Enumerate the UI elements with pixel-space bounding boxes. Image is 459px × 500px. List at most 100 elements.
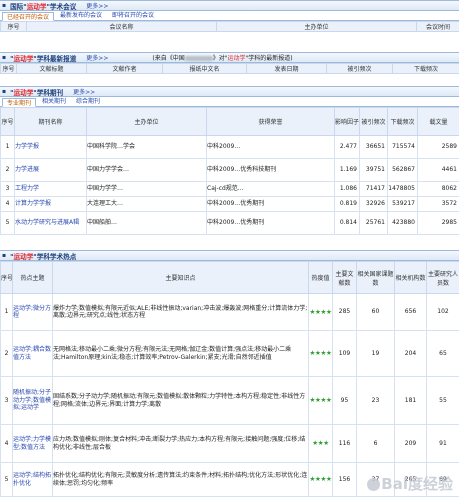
col-conference-time: 会议时间 xyxy=(416,21,459,32)
cited-count: 32926 xyxy=(359,196,388,212)
journal-honor: 中科2009…优秀期刊 xyxy=(206,211,335,235)
impact-factor: 1.169 xyxy=(334,158,360,182)
row-index: 1 xyxy=(0,135,15,159)
col-article-count: 载文量 xyxy=(417,107,459,136)
article-count: 2985 xyxy=(417,211,459,235)
col-hot-topic: 热点主题 xyxy=(12,261,53,294)
knowledge-points: 爆炸力学;数值模拟;有限元近似;ALE;非线性振动;varian;冲击波;爆轰波… xyxy=(52,293,309,331)
download-count: 1478805 xyxy=(387,181,418,197)
tab-professional-journals[interactable]: 专业期刊 xyxy=(2,98,37,107)
journal-more-link[interactable]: 更多>> xyxy=(73,87,95,96)
table-row: 4 运动学;力学模型;数值方法 应力场;数值模拟;刚体;复合材料;冲击;断裂力学… xyxy=(0,424,459,463)
impact-factor: 0.819 xyxy=(334,196,360,212)
col-projects: 相关国家课题数 xyxy=(356,261,395,294)
col-journal-cited: 被引频次 xyxy=(359,107,388,136)
news-title: "运动学"学科最新报道 xyxy=(10,54,77,63)
conference-header: ▪ 国际"运动学"学术会议 更多>> xyxy=(0,0,459,11)
journal-honor: 中科2009…优秀期刊 xyxy=(206,196,335,212)
col-organizer: 主办单位 xyxy=(216,21,417,32)
knowledge-points: 固结系数;分子动力学;随机振动;有限元;数值模拟;散体颗粒;力学特性;本构方程;… xyxy=(52,376,309,425)
main-doc-count: 109 xyxy=(332,330,357,377)
journal-name-link[interactable]: 水动力学研究与进展A辑 xyxy=(14,211,87,235)
row-index: 4 xyxy=(0,196,15,212)
col-cited: 被引频次 xyxy=(326,63,393,74)
knowledge-points: 无网格法;移动最小二乘;微分方程;有限元法;无网格;伽辽金;数值计算;强点法;移… xyxy=(52,330,309,377)
conference-more-link[interactable]: 更多>> xyxy=(86,1,108,10)
article-count: 8062 xyxy=(417,181,459,197)
col-journal-org: 主办单位 xyxy=(86,107,207,136)
hot-topic-link[interactable]: 运动学;微分方程 xyxy=(12,293,53,331)
main-doc-count: 95 xyxy=(332,376,357,425)
journal-name-link[interactable]: 计算力学学报 xyxy=(14,196,87,212)
row-index: 5 xyxy=(0,462,13,497)
col-orgs: 相关机构数 xyxy=(394,261,427,294)
bullet-icon: ▪ xyxy=(2,2,7,9)
hot-topic-link[interactable]: 运动学;结构拓扑优化 xyxy=(12,462,53,497)
col-index: 序号 xyxy=(0,107,15,136)
col-article-author: 文献作者 xyxy=(86,63,163,74)
col-main-docs: 主要文献数 xyxy=(332,261,357,294)
journal-org: 中国船舶… xyxy=(86,211,207,235)
col-index: 序号 xyxy=(0,63,17,74)
journal-header: ▪ "运动学"学科期刊 更多>> xyxy=(0,86,459,97)
journal-org: 中国力学学会… xyxy=(86,158,207,182)
org-count: 209 xyxy=(394,424,427,463)
journal-name-link[interactable]: 工程力学 xyxy=(14,181,87,197)
row-index: 4 xyxy=(0,424,13,463)
main-doc-count: 285 xyxy=(332,293,357,331)
hot-topic-table: 序号 热点主题 主要知识点 热度值 主要文献数 相关国家课题数 相关机构数 主要… xyxy=(0,261,459,497)
col-heat: 热度值 xyxy=(308,261,333,294)
hot-topic-link[interactable]: 随机振动;分子动力学;数值模拟;运动学 xyxy=(12,376,53,425)
col-downloads: 下载频次 xyxy=(392,63,459,74)
row-index: 1 xyxy=(0,293,13,331)
tab-related-journals[interactable]: 相关期刊 xyxy=(38,97,70,106)
tab-latest-conferences[interactable]: 最新发布的会议 xyxy=(56,11,106,20)
conference-section: ▪ 国际"运动学"学术会议 更多>> 已经召开的会议 最新发布的会议 即将召开的… xyxy=(0,0,459,32)
hot-topic-link[interactable]: 运动学;力学模型;数值方法 xyxy=(12,424,53,463)
journal-honor: 中科2009… xyxy=(206,135,335,159)
download-count: 562867 xyxy=(387,158,418,182)
article-count: 3572 xyxy=(417,196,459,212)
col-index: 序号 xyxy=(0,261,13,294)
news-source: (来自《中国 》对"运动学"学科的最新报道) xyxy=(152,55,293,62)
conference-title: 国际"运动学"学术会议 xyxy=(10,2,77,11)
table-row: 5 水动力学研究与进展A辑 中国船舶… 中科2009…优秀期刊 0.814 25… xyxy=(0,211,459,235)
news-section: ▪ "运动学"学科最新报道 更多>> (来自《中国 》对"运动学"学科的最新报道)… xyxy=(0,52,459,74)
table-row: 2 力学进展 中国力学学会… 中科2009…优秀科技期刊 1.169 39751… xyxy=(0,158,459,182)
news-more-link[interactable]: 更多>> xyxy=(86,53,108,62)
cited-count: 71417 xyxy=(359,181,388,197)
cited-count: 36651 xyxy=(359,135,388,159)
knowledge-points: 应力场;数值模拟;刚体;复合材料;冲击;断裂力学;热应力;本构方程;有限元;接触… xyxy=(52,424,309,463)
people-count: 55 xyxy=(426,376,459,425)
row-index: 3 xyxy=(0,376,13,425)
impact-factor: 2.477 xyxy=(334,135,360,159)
tab-held-conferences[interactable]: 已经召开的会议 xyxy=(2,12,55,21)
tab-general-journals[interactable]: 综合期刊 xyxy=(72,97,104,106)
journal-table: 序号 期刊名称 主办单位 获得荣誉 影响因子 被引频次 下载频次 载文量 1 力… xyxy=(0,107,459,235)
news-header: ▪ "运动学"学科最新报道 更多>> (来自《中国 》对"运动学"学科的最新报道) xyxy=(0,52,459,63)
hot-topic-title: "运动学"学科学术热点 xyxy=(10,252,77,261)
conference-table: 序号 会议名称 主办单位 会议时间 xyxy=(0,21,459,32)
cited-count: 39751 xyxy=(359,158,388,182)
hot-topic-section: ▪ "运动学"学科学术热点 序号 热点主题 主要知识点 热度值 主要文献数 相关… xyxy=(0,250,459,497)
journal-honor: 中科2009…优秀科技期刊 xyxy=(206,158,335,182)
main-doc-count: 116 xyxy=(332,424,357,463)
project-count: 19 xyxy=(356,330,395,377)
col-journal-name: 期刊名称 xyxy=(14,107,87,136)
col-honors: 获得荣誉 xyxy=(206,107,335,136)
hot-topic-link[interactable]: 运动学;耦合数值方法 xyxy=(12,330,53,377)
table-row: 2 运动学;耦合数值方法 无网格法;移动最小二乘;微分方程;有限元法;无网格;伽… xyxy=(0,330,459,377)
people-count: 91 xyxy=(426,424,459,463)
main-doc-count: 156 xyxy=(332,462,357,497)
col-newspaper: 报纸中文名 xyxy=(162,63,247,74)
col-journal-downloads: 下载频次 xyxy=(387,107,418,136)
article-count: 4461 xyxy=(417,158,459,182)
table-row: 3 工程力学 中国力学学… Caj-cd规范… 1.086 71417 1478… xyxy=(0,181,459,197)
row-index: 2 xyxy=(0,158,15,182)
journal-name-link[interactable]: 力学学报 xyxy=(14,135,87,159)
journal-title: "运动学"学科期刊 xyxy=(10,88,64,97)
journal-name-link[interactable]: 力学进展 xyxy=(14,158,87,182)
tab-upcoming-conferences[interactable]: 即将召开的会议 xyxy=(108,11,158,20)
col-people: 主要研究人员数 xyxy=(426,261,459,294)
journal-tabs: 专业期刊 相关期刊 综合期刊 xyxy=(0,97,459,107)
